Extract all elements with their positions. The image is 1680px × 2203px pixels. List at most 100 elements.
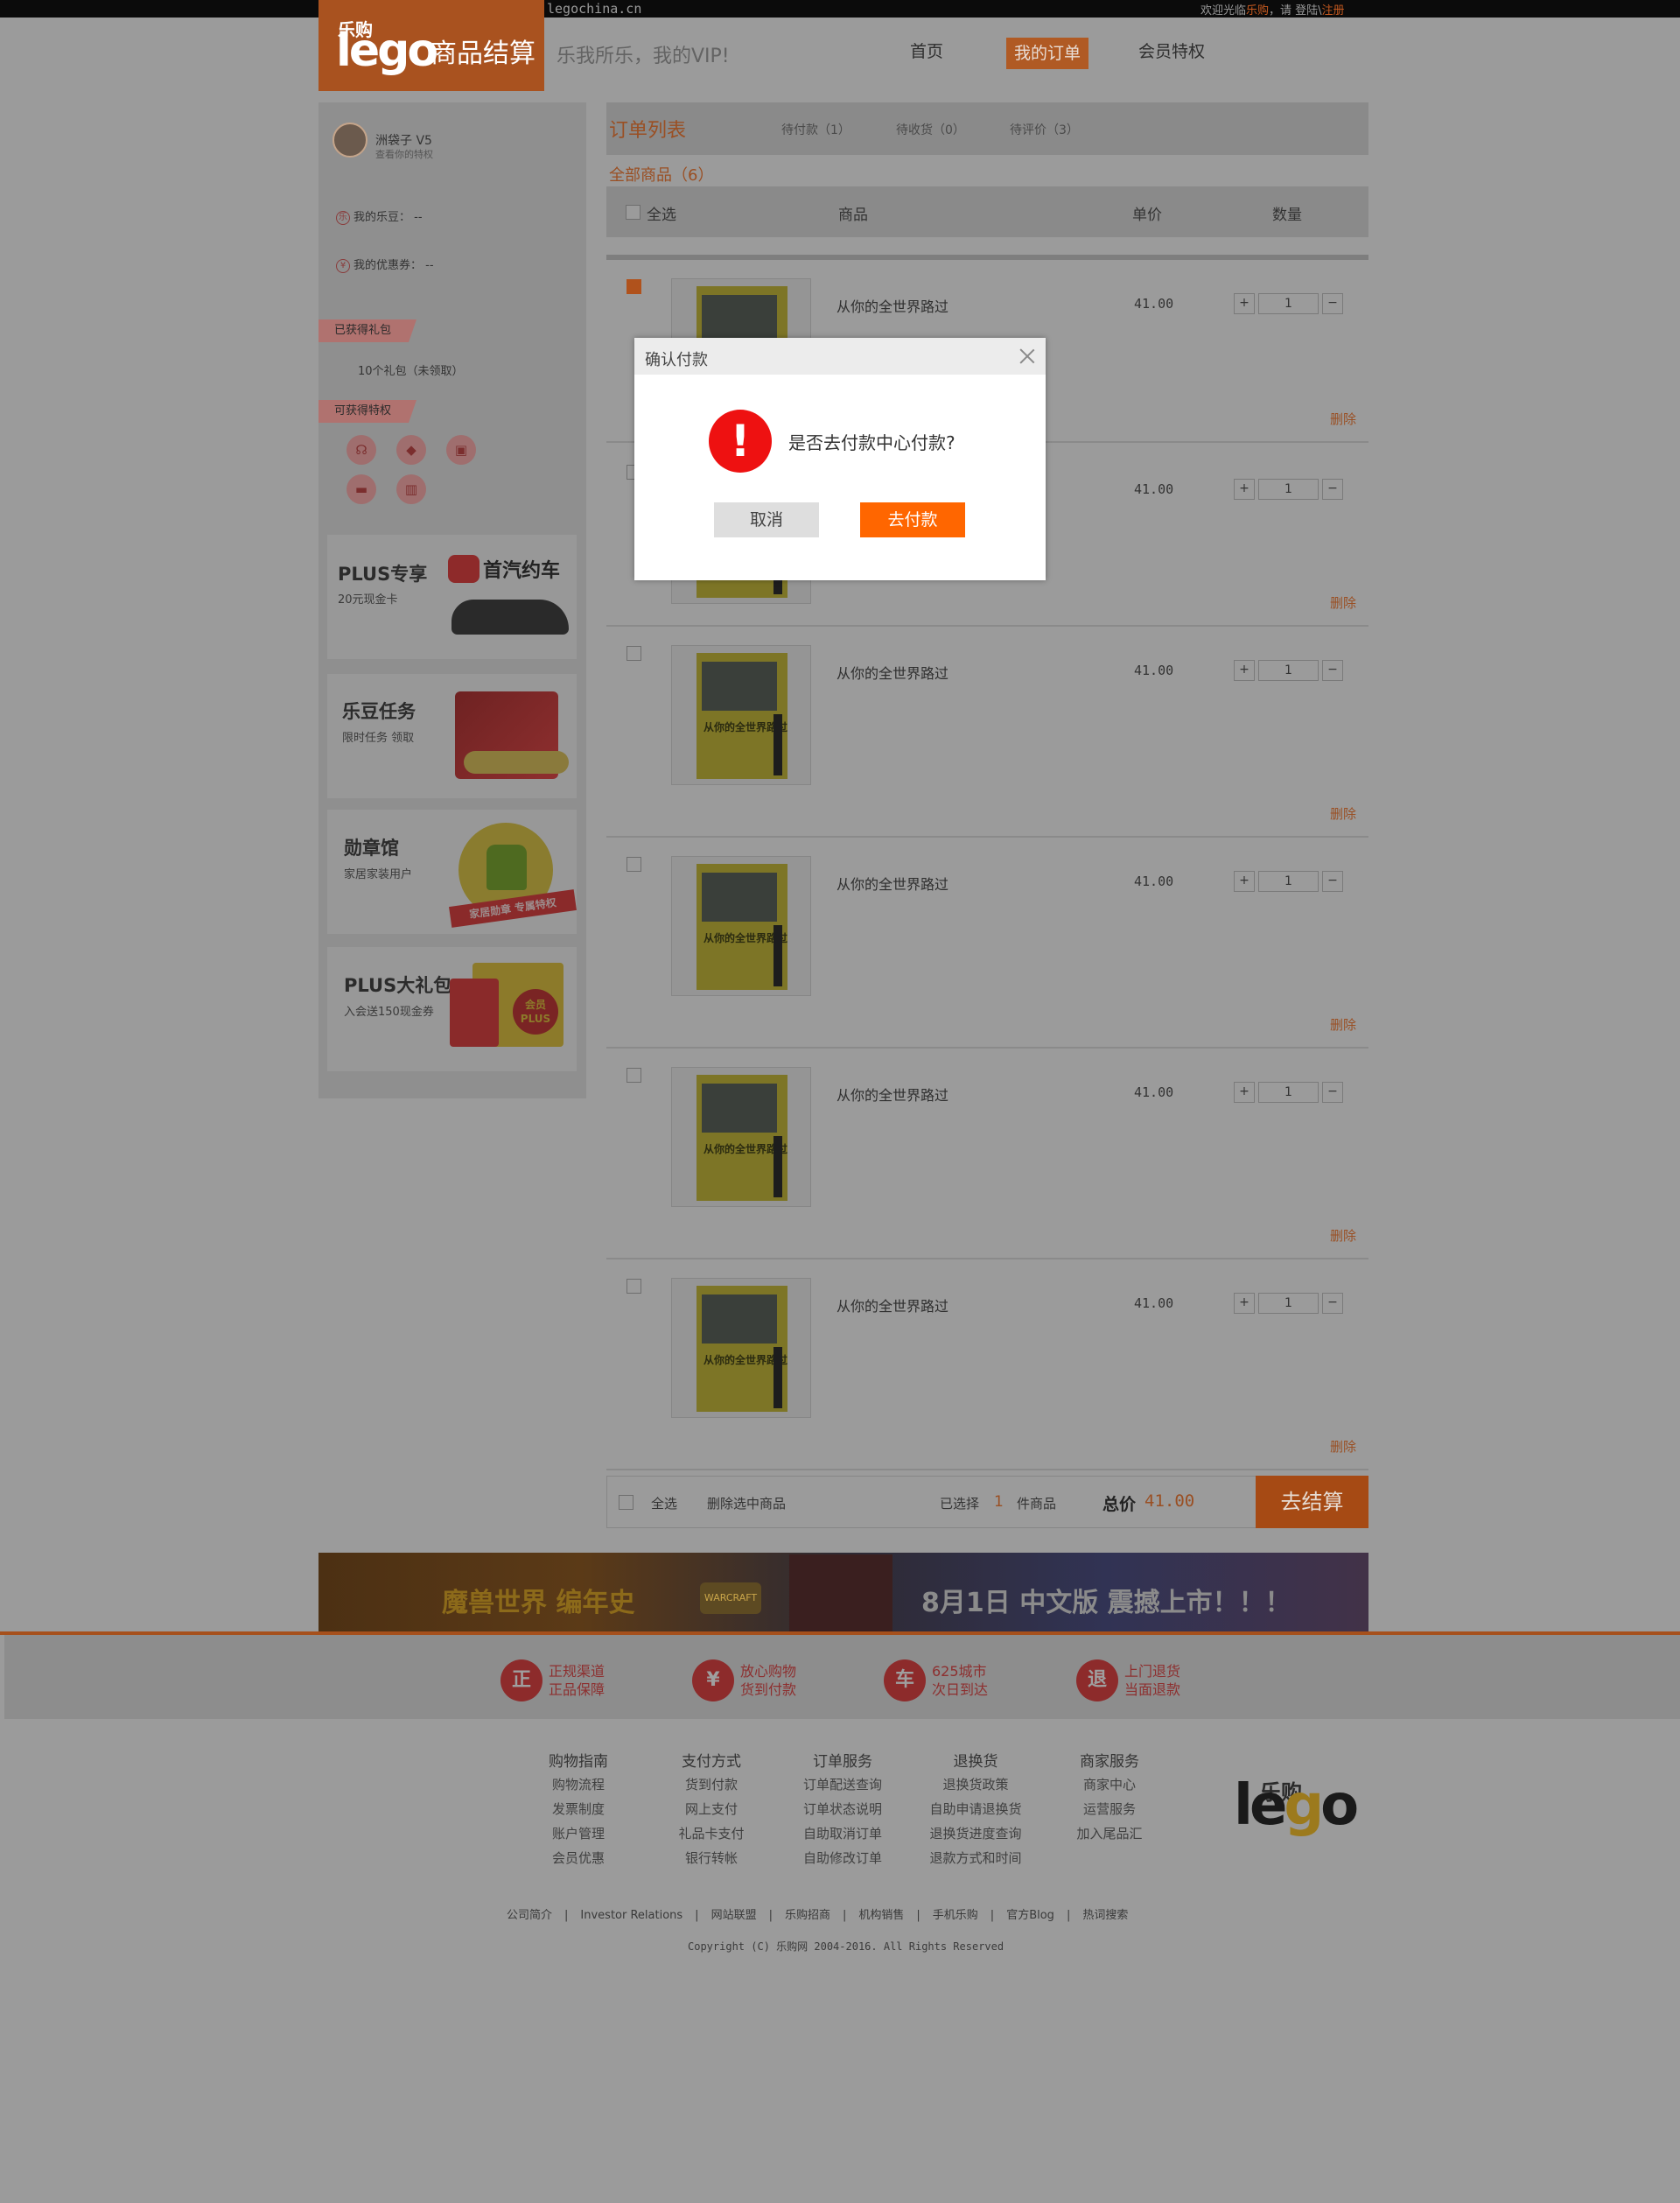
footer-bottom-link[interactable]: 机构销售 <box>858 1909 904 1922</box>
footer-bottom-link[interactable]: 热词搜索 <box>1082 1909 1128 1922</box>
username[interactable]: 洲袋子 V5 <box>375 131 432 149</box>
qty-minus-button[interactable]: − <box>1322 871 1343 892</box>
user-privilege-hint[interactable]: 查看你的特权 <box>375 147 433 161</box>
item-checkbox[interactable] <box>626 1279 641 1294</box>
footer-link[interactable]: 运营服务 <box>1044 1800 1175 1818</box>
tag-icon[interactable]: ◆ <box>396 435 426 465</box>
site-url[interactable]: legochina.cn <box>547 1 641 17</box>
product-name[interactable]: 从你的全世界路过 <box>836 873 948 894</box>
footer-link[interactable]: 退换货进度查询 <box>910 1824 1041 1842</box>
nav-home[interactable]: 首页 <box>910 39 943 62</box>
header-select-all[interactable]: 全选 <box>647 202 676 224</box>
qty-plus-button[interactable]: + <box>1234 479 1255 500</box>
product-name[interactable]: 从你的全世界路过 <box>836 1084 948 1105</box>
welcome-brand: 乐购 <box>1246 4 1270 18</box>
footer-bottom-link[interactable]: 官方Blog <box>1006 1909 1054 1922</box>
footer-link[interactable]: 银行转帐 <box>646 1849 777 1867</box>
footer-link[interactable]: 自助申请退换货 <box>910 1800 1041 1818</box>
footer-bottom-link[interactable]: Investor Relations <box>580 1909 682 1922</box>
qty-plus-button[interactable]: + <box>1234 660 1255 681</box>
summary-select-all-checkbox[interactable] <box>619 1495 634 1510</box>
qty-input[interactable]: 1 <box>1258 479 1319 500</box>
footer-link[interactable]: 订单配送查询 <box>777 1775 908 1793</box>
item-checkbox[interactable] <box>626 857 641 872</box>
footer-link[interactable]: 加入尾品汇 <box>1044 1824 1175 1842</box>
footer-bottom-link[interactable]: 公司简介 <box>507 1909 552 1922</box>
footer-link[interactable]: 自助取消订单 <box>777 1824 908 1842</box>
delete-link[interactable]: 删除 <box>1330 804 1356 823</box>
qty-input[interactable]: 1 <box>1258 871 1319 892</box>
qty-plus-button[interactable]: + <box>1234 1293 1255 1314</box>
qty-minus-button[interactable]: − <box>1322 1082 1343 1103</box>
delete-link[interactable]: 删除 <box>1330 1437 1356 1456</box>
footer-link[interactable]: 货到付款 <box>646 1775 777 1793</box>
footer-link[interactable]: 会员优惠 <box>513 1849 644 1867</box>
footer-link[interactable]: 退款方式和时间 <box>910 1849 1041 1867</box>
product-image[interactable]: 从你的全世界路过 <box>671 645 811 785</box>
footer-link[interactable]: 订单状态说明 <box>777 1800 908 1818</box>
delete-link[interactable]: 删除 <box>1330 593 1356 612</box>
qty-input[interactable]: 1 <box>1258 660 1319 681</box>
qty-minus-button[interactable]: − <box>1322 660 1343 681</box>
qty-plus-button[interactable]: + <box>1234 1082 1255 1103</box>
register-link[interactable]: 注册 <box>1322 4 1345 18</box>
delete-selected-link[interactable]: 删除选中商品 <box>707 1494 786 1512</box>
footer-link[interactable]: 退换货政策 <box>910 1775 1041 1793</box>
qty-minus-button[interactable]: − <box>1322 293 1343 314</box>
qty-minus-button[interactable]: − <box>1322 479 1343 500</box>
footer-link[interactable]: 自助修改订单 <box>777 1849 908 1867</box>
product-name[interactable]: 从你的全世界路过 <box>836 662 948 683</box>
all-goods-label[interactable]: 全部商品（6） <box>609 163 713 186</box>
item-checkbox[interactable] <box>626 279 641 294</box>
delete-link[interactable]: 删除 <box>1330 410 1356 428</box>
qty-plus-button[interactable]: + <box>1234 871 1255 892</box>
footer-link[interactable]: 账户管理 <box>513 1824 644 1842</box>
product-name[interactable]: 从你的全世界路过 <box>836 295 948 316</box>
dialog-message: 是否去付款中心付款? <box>788 432 956 453</box>
tab-pending-review[interactable]: 待评价（3） <box>1010 121 1079 138</box>
avatar[interactable] <box>332 123 368 158</box>
footer-bottom-link[interactable]: 乐购招商 <box>785 1909 830 1922</box>
truck-icon[interactable]: ▬ <box>346 474 376 504</box>
cancel-button[interactable]: 取消 <box>714 502 819 537</box>
nav-my-orders[interactable]: 我的订单 <box>1006 38 1088 69</box>
qty-input[interactable]: 1 <box>1258 293 1319 314</box>
delete-link[interactable]: 删除 <box>1330 1226 1356 1245</box>
close-icon[interactable] <box>1014 343 1040 369</box>
select-all-checkbox[interactable] <box>626 205 640 220</box>
product-name[interactable]: 从你的全世界路过 <box>836 1294 948 1315</box>
item-checkbox[interactable] <box>626 646 641 661</box>
gift-icon[interactable]: ▣ <box>446 435 476 465</box>
footer-link[interactable]: 礼品卡支付 <box>646 1824 777 1842</box>
product-image[interactable]: 从你的全世界路过 <box>671 856 811 996</box>
footer-link[interactable]: 网上支付 <box>646 1800 777 1818</box>
qty-plus-button[interactable]: + <box>1234 293 1255 314</box>
cake-icon[interactable]: ▥ <box>396 474 426 504</box>
login-link[interactable]: ，请 登陆\ <box>1269 4 1322 18</box>
tab-pending-receipt[interactable]: 待收货（0） <box>896 121 965 138</box>
go-pay-button[interactable]: 去付款 <box>860 502 965 537</box>
tab-order-list[interactable]: 订单列表 <box>609 115 686 143</box>
summary-select-all[interactable]: 全选 <box>651 1494 677 1512</box>
qty-minus-button[interactable]: − <box>1322 1293 1343 1314</box>
item-checkbox[interactable] <box>626 1068 641 1083</box>
footer-bottom-link[interactable]: 网站联盟 <box>711 1909 757 1922</box>
tab-pending-payment[interactable]: 待付款（1） <box>781 121 850 138</box>
confirm-payment-dialog: 确认付款 ! 是否去付款中心付款? 取消 去付款 <box>634 338 1046 580</box>
qty-input[interactable]: 1 <box>1258 1082 1319 1103</box>
footer-bottom-link[interactable]: 手机乐购 <box>933 1909 978 1922</box>
footer-link[interactable]: 购物流程 <box>513 1775 644 1793</box>
checkout-button[interactable]: 去结算 <box>1256 1476 1368 1528</box>
product-image[interactable]: 从你的全世界路过 <box>671 1067 811 1207</box>
footer-logo[interactable]: lego <box>1234 1773 1359 1838</box>
gift-text[interactable]: 10个礼包（未领取） <box>358 361 464 378</box>
footer-link[interactable]: 商家中心 <box>1044 1775 1175 1793</box>
footer-link[interactable]: 发票制度 <box>513 1800 644 1818</box>
headset-icon[interactable]: ☊ <box>346 435 376 465</box>
delete-link[interactable]: 删除 <box>1330 1015 1356 1034</box>
guarantee-text: 上门退货 当面退款 <box>1124 1662 1180 1699</box>
guarantee-icon: 车 <box>884 1659 926 1701</box>
product-image[interactable]: 从你的全世界路过 <box>671 1278 811 1418</box>
qty-input[interactable]: 1 <box>1258 1293 1319 1314</box>
nav-member-privileges[interactable]: 会员特权 <box>1138 39 1205 62</box>
